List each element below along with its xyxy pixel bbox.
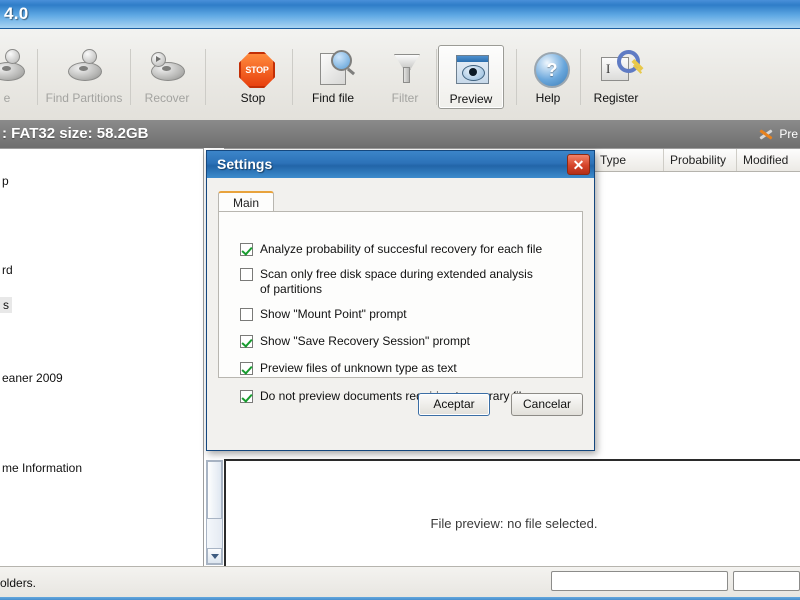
toolbar-button-register[interactable]: Register xyxy=(582,45,650,109)
toolbar-button-label: Preview xyxy=(449,92,493,106)
preview-eye-icon xyxy=(452,50,490,88)
toolbar-button-label: e xyxy=(3,91,11,105)
tree-item[interactable]: p xyxy=(2,174,9,188)
toolbar-button-open-drive[interactable]: e xyxy=(0,45,36,109)
option-label: Scan only free disk space during extende… xyxy=(260,267,533,296)
accept-button[interactable]: Aceptar xyxy=(418,393,490,416)
tree-vertical-scrollbar[interactable] xyxy=(206,460,223,565)
toolbar-button-filter[interactable]: Filter xyxy=(375,45,435,109)
file-preview-pane: File preview: no file selected. xyxy=(224,459,800,569)
scrollbar-thumb[interactable] xyxy=(207,461,222,519)
toolbar-button-find-file[interactable]: Find file xyxy=(299,45,367,109)
toolbar-button-help[interactable]: ? Help xyxy=(518,45,578,109)
find-file-icon xyxy=(314,49,352,87)
file-preview-message: File preview: no file selected. xyxy=(430,516,598,531)
filter-icon xyxy=(386,49,424,87)
close-icon[interactable]: ✕ xyxy=(567,154,590,175)
folder-tree-pane[interactable]: p rd s eaner 2009 me Information xyxy=(0,148,204,567)
dialog-tab-strip: Main xyxy=(218,191,583,212)
help-icon: ? xyxy=(529,49,570,88)
option-analyze-probability[interactable]: Analyze probability of succesful recover… xyxy=(240,242,542,257)
status-message: olders. xyxy=(0,576,37,590)
option-label: Preview files of unknown type as text xyxy=(260,361,457,375)
tree-item[interactable]: rd xyxy=(2,263,13,277)
dialog-title: Settings xyxy=(217,156,273,172)
preferences-label: Pre xyxy=(779,127,798,141)
recover-icon xyxy=(148,49,186,87)
status-panel-2 xyxy=(733,571,800,591)
scroll-down-button[interactable] xyxy=(207,548,222,564)
volume-info-strip: : FAT32 size: 58.2GB Pre xyxy=(0,120,800,148)
toolbar-button-recover[interactable]: Recover xyxy=(133,45,201,109)
preferences-link[interactable]: Pre xyxy=(758,126,798,142)
status-bar: olders. xyxy=(0,566,800,600)
tree-item[interactable]: eaner 2009 xyxy=(2,371,63,385)
checkbox-analyze-probability[interactable] xyxy=(240,243,253,256)
toolbar-button-label: Find file xyxy=(311,91,355,105)
toolbar-button-stop[interactable]: STOP Stop xyxy=(220,45,286,109)
find-partitions-icon xyxy=(65,49,103,87)
cancel-button[interactable]: Cancelar xyxy=(511,393,583,416)
dialog-title-bar[interactable]: Settings ✕ xyxy=(207,151,594,179)
toolbar-button-label: Stop xyxy=(240,91,266,105)
tree-item-selected[interactable]: s xyxy=(0,297,12,313)
checkbox-show-mount-point[interactable] xyxy=(240,308,253,321)
application-window: 4.0 e Find Partitions Recover STOP Stop … xyxy=(0,0,800,600)
toolbar-button-label: Register xyxy=(593,91,639,105)
toolbar-button-find-partitions[interactable]: Find Partitions xyxy=(40,45,128,109)
settings-dialog: Settings ✕ Main Analyze probability of s… xyxy=(206,150,595,451)
option-label: Show "Save Recovery Session" prompt xyxy=(260,334,470,348)
stop-icon: STOP xyxy=(234,49,275,88)
option-show-mount-point[interactable]: Show "Mount Point" prompt xyxy=(240,307,407,322)
disc-icon xyxy=(0,49,26,87)
option-label: Show "Mount Point" prompt xyxy=(260,307,407,321)
volume-info-text: : FAT32 size: 58.2GB xyxy=(2,125,149,142)
toolbar-button-preview[interactable]: Preview xyxy=(438,45,504,109)
wrench-tools-icon xyxy=(758,126,774,142)
option-preview-unknown-as-text[interactable]: Preview files of unknown type as text xyxy=(240,361,457,376)
status-panel-1 xyxy=(551,571,728,591)
checkbox-preview-unknown-as-text[interactable] xyxy=(240,362,253,375)
close-icon-glyph: ✕ xyxy=(572,156,585,173)
window-title-bar: 4.0 xyxy=(0,0,800,29)
tab-main[interactable]: Main xyxy=(218,191,275,212)
dialog-body: Main Analyze probability of succesful re… xyxy=(207,178,594,450)
horizontal-splitter[interactable] xyxy=(224,452,800,458)
option-show-save-session[interactable]: Show "Save Recovery Session" prompt xyxy=(240,334,470,349)
checkbox-show-save-session[interactable] xyxy=(240,335,253,348)
register-key-icon xyxy=(597,49,640,87)
toolbar-button-label: Recover xyxy=(144,91,190,105)
checkbox-scan-free-space[interactable] xyxy=(240,268,253,281)
dialog-tab-panel: Analyze probability of succesful recover… xyxy=(218,211,583,403)
toolbar-button-label: Help xyxy=(535,91,561,105)
option-scan-free-space[interactable]: Scan only free disk space during extende… xyxy=(240,267,533,297)
main-toolbar: e Find Partitions Recover STOP Stop Find… xyxy=(0,29,800,121)
toolbar-button-label: Find Partitions xyxy=(45,91,123,105)
option-label: Analyze probability of succesful recover… xyxy=(260,242,543,256)
column-header-probability[interactable]: Probability xyxy=(664,149,737,171)
tree-item[interactable]: me Information xyxy=(2,461,82,475)
dialog-button-row: Aceptar Cancelar xyxy=(207,393,594,423)
window-title: 4.0 xyxy=(4,4,29,23)
column-header-type[interactable]: Type xyxy=(594,149,664,171)
toolbar-button-label: Filter xyxy=(391,91,419,105)
column-header-modified[interactable]: Modified xyxy=(737,149,800,171)
